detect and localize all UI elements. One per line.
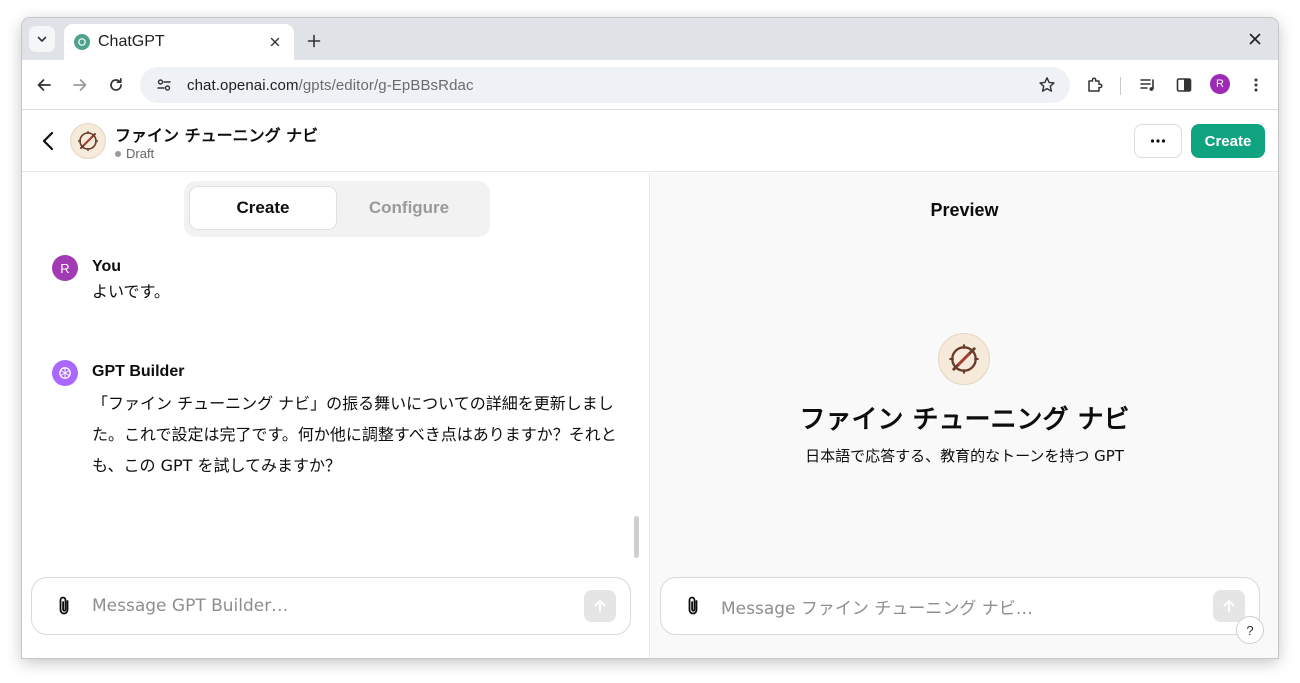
message-author: You: [92, 258, 122, 275]
openai-favicon: [74, 34, 90, 50]
gpt-avatar: [70, 123, 106, 159]
plus-icon: [307, 34, 321, 48]
tab-create[interactable]: Create: [190, 187, 336, 229]
openai-logo: [59, 367, 71, 379]
preview-message-input[interactable]: Message ファイン チューニング ナビ…: [721, 594, 1213, 619]
gpt-editor-header: ファイン チューニング ナビ Draft Create: [22, 110, 1278, 172]
url-text: chat.openai.com/gpts/editor/g-EpBBsRdac: [187, 77, 474, 94]
status-label: Draft: [126, 146, 155, 161]
preview-composer: Message ファイン チューニング ナビ…: [660, 577, 1260, 635]
paperclip-icon[interactable]: [681, 594, 705, 618]
send-button[interactable]: [1213, 590, 1245, 622]
send-button[interactable]: [584, 590, 616, 622]
new-tab-button[interactable]: [302, 29, 326, 53]
more-options-button[interactable]: [1134, 124, 1182, 158]
help-button[interactable]: ?: [1236, 616, 1264, 644]
status-dot: [115, 150, 121, 157]
message-author: GPT Builder: [92, 363, 185, 380]
back-to-gpts-button[interactable]: [36, 127, 60, 155]
profile-avatar[interactable]: R: [1210, 74, 1230, 94]
chevron-left-icon: [42, 131, 54, 151]
message-text: よいです。: [92, 282, 170, 301]
paperclip-icon[interactable]: [52, 594, 76, 618]
browser-toolbar: chat.openai.com/gpts/editor/g-EpBBsRdac …: [22, 60, 1278, 110]
media-button[interactable]: [1136, 73, 1160, 97]
builder-composer: Message GPT Builder…: [31, 577, 631, 635]
gpt-title: ファイン チューニング ナビ: [115, 126, 319, 145]
tab-strip: ChatGPT: [22, 18, 1278, 60]
browser-menu-button[interactable]: [1244, 73, 1268, 97]
preview-gpt-name: ファイン チューニング ナビ: [799, 405, 1130, 435]
reload-icon: [110, 77, 122, 91]
back-button[interactable]: [32, 73, 56, 97]
tab-title: ChatGPT: [98, 33, 165, 50]
builder-message: GPT Builder 「ファイン チューニング ナビ」の振る舞いについての詳細…: [52, 360, 617, 490]
builder-message-input[interactable]: Message GPT Builder…: [92, 596, 584, 616]
message-text: 「ファイン チューニング ナビ」の振る舞いについての詳細を更新しました。これで設…: [92, 394, 617, 475]
tab-search-button[interactable]: [29, 26, 55, 52]
gpt-builder-avatar: [52, 360, 78, 386]
user-message: R You よいです。: [52, 255, 612, 315]
browser-tab[interactable]: ChatGPT: [64, 24, 294, 60]
url-path: /gpts/editor/g-EpBBsRdac: [298, 76, 474, 94]
site-settings-icon[interactable]: [152, 73, 176, 97]
side-panel-button[interactable]: [1172, 73, 1196, 97]
draft-status: Draft: [115, 146, 154, 161]
compass-logo: [949, 344, 979, 374]
chat-scrollbar[interactable]: [634, 516, 639, 558]
arrow-up-icon: [1223, 600, 1235, 613]
kebab-menu-icon: [1254, 78, 1258, 92]
editor-mode-tabs: Create Configure: [184, 181, 490, 237]
extensions-button[interactable]: [1083, 73, 1107, 97]
preview-heading: Preview: [930, 200, 999, 220]
preview-gpt-avatar: [938, 333, 990, 385]
user-avatar: R: [52, 255, 78, 281]
ellipsis-icon: [1150, 139, 1166, 143]
browser-window: ChatGPT chat.openai.com/gpts/editor/g-Ep…: [22, 18, 1278, 658]
window-close-button[interactable]: [1246, 30, 1264, 48]
reload-button[interactable]: [104, 73, 128, 97]
forward-arrow-icon: [73, 79, 87, 91]
url-host: chat.openai.com: [187, 76, 299, 94]
tab-close-icon[interactable]: [266, 33, 284, 51]
forward-button[interactable]: [68, 73, 92, 97]
preview-pane: Preview ファイン チューニング ナビ 日本語で応答する、教育的なトーンを…: [651, 173, 1278, 658]
address-bar[interactable]: chat.openai.com/gpts/editor/g-EpBBsRdac: [140, 67, 1070, 103]
media-icon: [1140, 79, 1154, 91]
back-arrow-icon: [37, 79, 51, 91]
preview-gpt-description: 日本語で応答する、教育的なトーンを持つ GPT: [805, 447, 1124, 465]
compass-logo: [78, 131, 98, 151]
create-gpt-button[interactable]: Create: [1191, 124, 1265, 158]
toolbar-divider: [1120, 77, 1121, 95]
close-icon: [1249, 33, 1261, 45]
bookmark-star-icon[interactable]: [1036, 74, 1058, 96]
builder-pane: Create Configure R You よいです。 GPT Builder…: [22, 173, 650, 658]
tab-configure[interactable]: Configure: [336, 187, 482, 229]
extensions-icon: [1088, 77, 1103, 92]
chevron-down-icon: [37, 36, 47, 42]
arrow-up-icon: [594, 600, 606, 613]
side-panel-icon: [1176, 78, 1192, 92]
